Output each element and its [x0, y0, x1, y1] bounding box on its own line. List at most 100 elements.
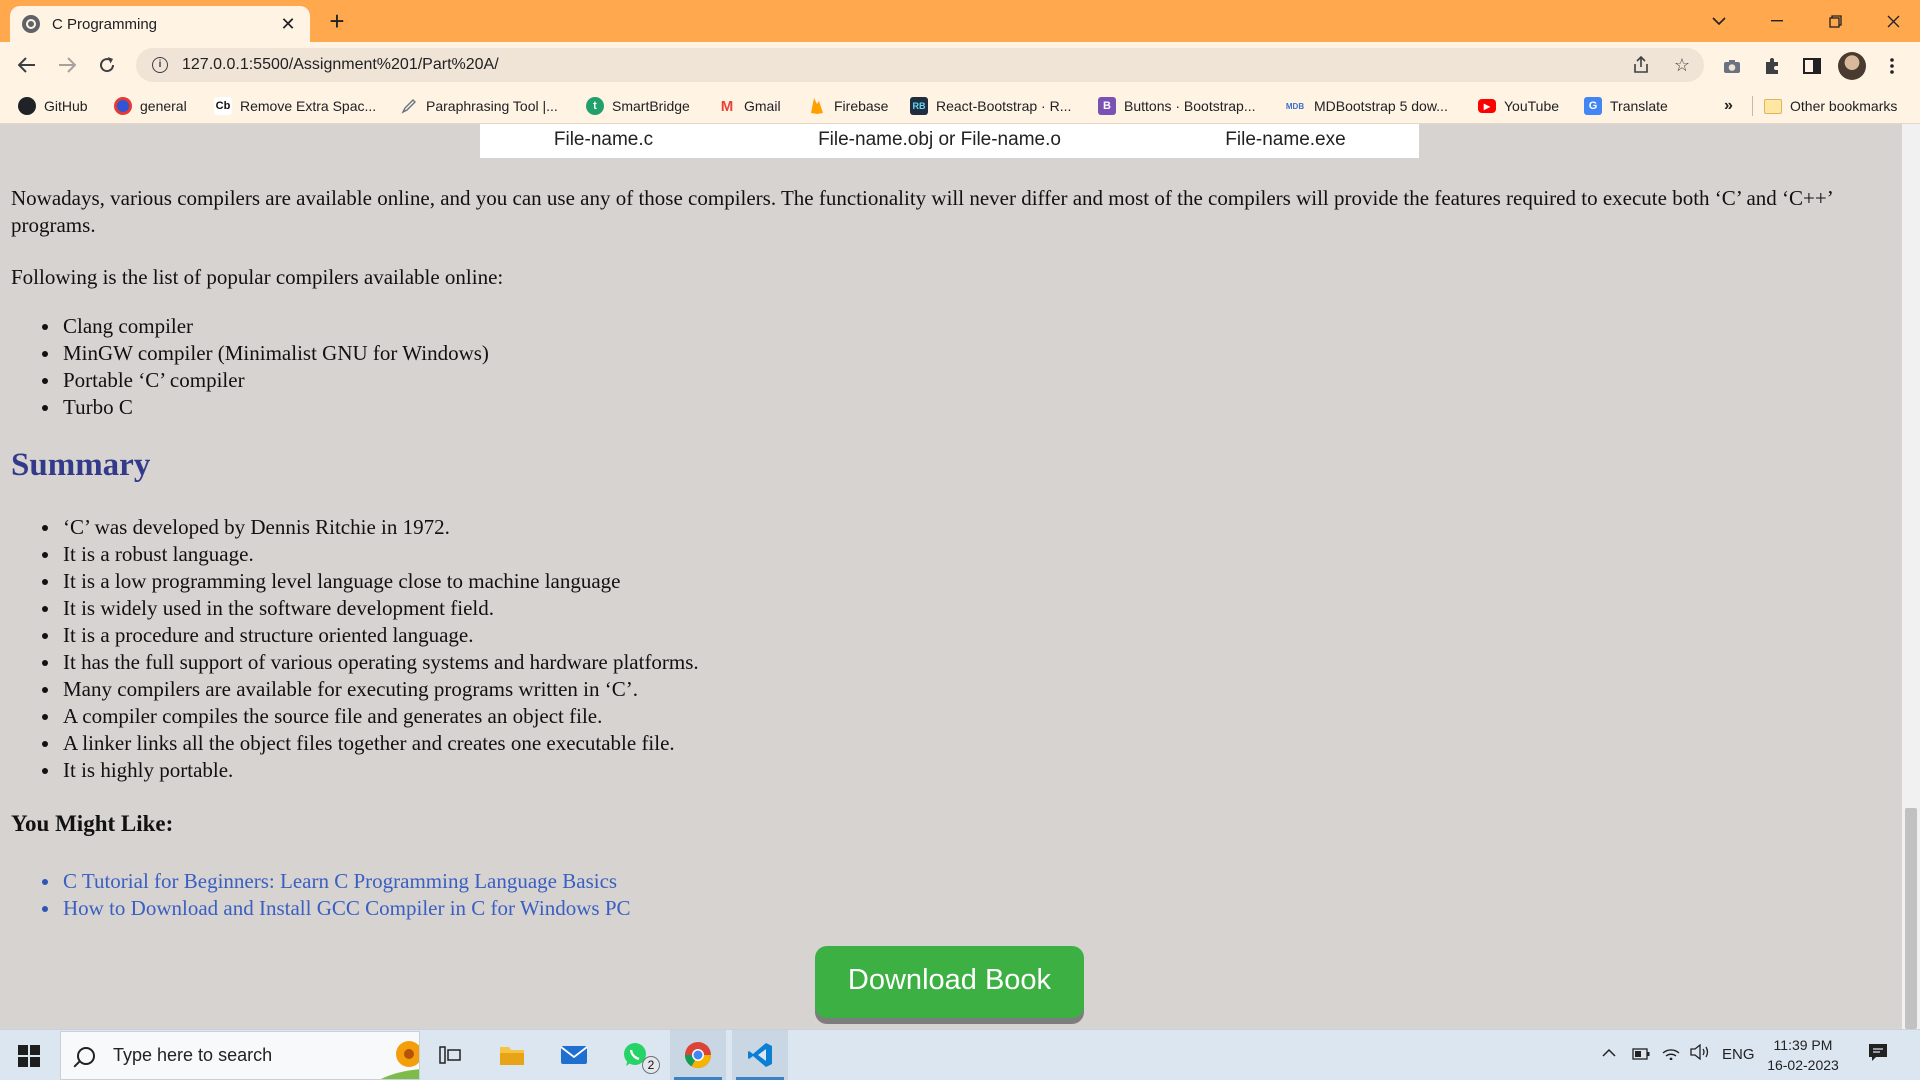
react-bootstrap-icon: RB [910, 97, 928, 115]
list-item: MinGW compiler (Minimalist GNU for Windo… [61, 340, 489, 367]
list-item: How to Download and Install GCC Compiler… [61, 895, 631, 922]
related-link-gcc-install[interactable]: How to Download and Install GCC Compiler… [63, 896, 631, 920]
list-item: It has the full support of various opera… [61, 649, 699, 676]
translate-icon: G [1584, 97, 1602, 115]
bookmark-github[interactable]: GitHub [18, 96, 88, 116]
whatsapp-badge: 2 [642, 1056, 660, 1074]
restore-icon[interactable] [1806, 0, 1864, 42]
language-indicator[interactable]: ENG [1722, 1046, 1755, 1063]
side-panel-icon[interactable] [1800, 54, 1824, 78]
close-tab-icon[interactable]: ✕ [278, 14, 298, 35]
bookmark-label: Firebase [834, 98, 889, 114]
back-icon[interactable] [12, 50, 42, 80]
bookmark-translate[interactable]: G Translate [1584, 96, 1668, 116]
menu-icon[interactable] [1880, 54, 1904, 78]
general-icon [114, 97, 132, 115]
compilers-list: Clang compiler MinGW compiler (Minimalis… [49, 313, 489, 421]
page-scrollbar[interactable] [1902, 124, 1920, 1029]
clock-date: 16-02-2023 [1767, 1057, 1839, 1073]
github-icon [18, 97, 36, 115]
profile-avatar[interactable] [1838, 52, 1866, 80]
list-item: Many compilers are available for executi… [61, 676, 699, 703]
compilers-intro: Following is the list of popular compile… [11, 265, 504, 289]
bookmark-paraphrasing-tool[interactable]: Paraphrasing Tool |... [400, 96, 558, 116]
windows-start-icon[interactable] [18, 1045, 40, 1067]
mdb-icon: MDB [1285, 101, 1305, 111]
list-item: Clang compiler [61, 313, 489, 340]
bookmark-youtube[interactable]: ▶ YouTube [1478, 96, 1559, 116]
bookmark-remove-extra-spaces[interactable]: Cb Remove Extra Spac... [214, 96, 376, 116]
bookmark-label: SmartBridge [612, 98, 690, 114]
task-view-icon[interactable] [422, 1030, 478, 1080]
address-url[interactable]: 127.0.0.1:5500/Assignment%201/Part%20A/ [182, 56, 499, 74]
browser-toolbar: i 127.0.0.1:5500/Assignment%201/Part%20A… [0, 42, 1920, 88]
related-links-list: C Tutorial for Beginners: Learn C Progra… [49, 868, 631, 922]
smartbridge-icon: t [586, 97, 604, 115]
youtube-icon: ▶ [1478, 99, 1496, 113]
other-bookmarks-folder[interactable]: Other bookmarks [1764, 96, 1897, 116]
bookmark-star-icon[interactable]: ☆ [1671, 54, 1693, 76]
wifi-icon[interactable] [1662, 1044, 1680, 1064]
bookmark-smartbridge[interactable]: t SmartBridge [586, 96, 690, 116]
bookmark-label: Buttons · Bootstrap... [1124, 98, 1256, 114]
show-hidden-icons[interactable] [1602, 1044, 1616, 1061]
extensions-icon[interactable] [1760, 54, 1784, 78]
new-tab-button[interactable]: + [324, 8, 350, 34]
bookmark-label: MDBootstrap 5 dow... [1314, 98, 1448, 114]
bookmark-label: Gmail [744, 98, 781, 114]
file-explorer-icon[interactable] [484, 1030, 540, 1080]
bookmark-react-bootstrap[interactable]: RB React-Bootstrap · R... [910, 96, 1071, 116]
bookmark-gmail[interactable]: M Gmail [718, 96, 781, 116]
tab-search-icon[interactable] [1690, 0, 1748, 42]
address-bar[interactable]: i 127.0.0.1:5500/Assignment%201/Part%20A… [136, 48, 1704, 82]
share-icon[interactable] [1630, 54, 1652, 76]
close-window-icon[interactable] [1864, 0, 1920, 42]
list-item: Turbo C [61, 394, 489, 421]
windows-taskbar: Type here to search 2 ENG 11:39 PM 16-02… [0, 1029, 1920, 1080]
notifications-icon[interactable] [1868, 1043, 1888, 1067]
list-item: Portable ‘C’ compiler [61, 367, 489, 394]
list-item: ‘C’ was developed by Dennis Ritchie in 1… [61, 514, 699, 541]
cb-icon: Cb [214, 97, 232, 115]
tab-title: C Programming [52, 15, 158, 33]
bookmark-general[interactable]: general [114, 96, 187, 116]
whatsapp-icon[interactable]: 2 [608, 1030, 664, 1080]
bookmark-firebase[interactable]: Firebase [808, 96, 888, 116]
list-item: It is a robust language. [61, 541, 699, 568]
mail-icon[interactable] [546, 1030, 602, 1080]
forward-icon[interactable] [52, 50, 82, 80]
list-item: It is a procedure and structure oriented… [61, 622, 699, 649]
table-cell-source: File-name.c [553, 129, 654, 150]
list-item: A compiler compiles the source file and … [61, 703, 699, 730]
camera-icon[interactable] [1720, 54, 1744, 78]
bookmark-label: React-Bootstrap · R... [936, 98, 1072, 114]
scrollbar-thumb[interactable] [1905, 808, 1917, 1029]
more-bookmarks-button[interactable]: » [1724, 96, 1733, 116]
bookmark-mdbootstrap[interactable]: MDB MDBootstrap 5 dow... [1284, 96, 1448, 116]
bookmark-label: YouTube [1504, 98, 1560, 114]
bookmark-label: Remove Extra Spac... [240, 98, 377, 114]
page-favicon-icon [22, 15, 40, 33]
taskbar-search-box[interactable]: Type here to search [60, 1031, 420, 1080]
battery-icon[interactable] [1632, 1047, 1650, 1064]
bookmark-buttons-bootstrap[interactable]: B Buttons · Bootstrap... [1098, 96, 1256, 116]
list-item: It is a low programming level language c… [61, 568, 699, 595]
minimize-icon[interactable] [1748, 0, 1806, 42]
reload-icon[interactable] [92, 50, 122, 80]
volume-icon[interactable] [1690, 1043, 1710, 1064]
taskbar-search-placeholder: Type here to search [113, 1045, 273, 1065]
search-icon [77, 1046, 95, 1065]
file-extension-table-row: File-name.c File-name.obj or File-name.o… [480, 124, 1419, 158]
system-clock[interactable]: 11:39 PM 16-02-2023 [1760, 1035, 1846, 1075]
related-link-c-tutorial[interactable]: C Tutorial for Beginners: Learn C Progra… [63, 869, 617, 893]
site-info-icon[interactable]: i [152, 57, 168, 73]
firebase-icon [808, 97, 826, 115]
bookmarks-divider [1752, 96, 1753, 116]
list-item: It is widely used in the software develo… [61, 595, 699, 622]
pen-icon [400, 97, 418, 115]
chrome-icon[interactable] [670, 1030, 726, 1080]
vscode-icon[interactable] [732, 1030, 788, 1080]
browser-tab[interactable]: C Programming ✕ [10, 6, 310, 42]
download-book-button[interactable]: Download Book [815, 946, 1084, 1018]
bookmarks-bar: GitHub general Cb Remove Extra Spac... P… [0, 88, 1920, 124]
